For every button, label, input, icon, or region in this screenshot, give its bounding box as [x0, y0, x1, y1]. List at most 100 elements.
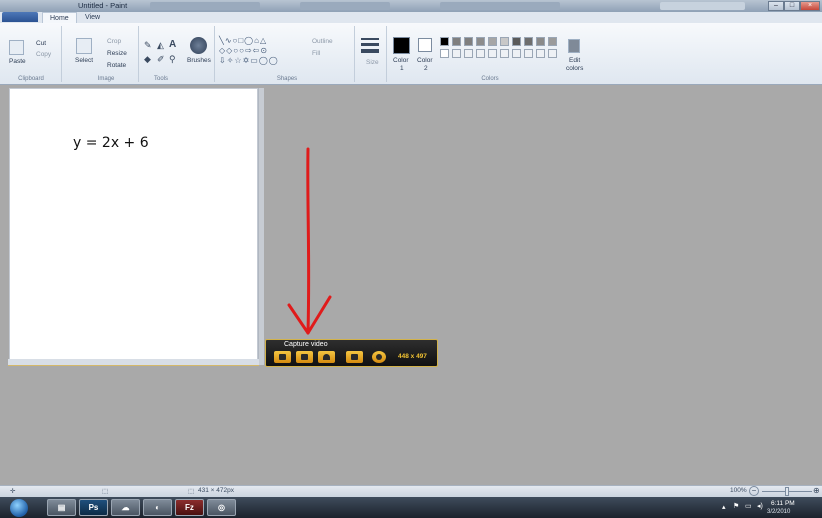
palette-swatch[interactable] — [488, 49, 497, 58]
palette-swatch[interactable] — [524, 37, 533, 46]
pencil-icon[interactable]: ✎ — [144, 40, 152, 51]
clipboard-group-label: Clipboard — [18, 76, 44, 82]
palette-swatch[interactable] — [512, 37, 521, 46]
palette-swatch[interactable] — [464, 37, 473, 46]
palette-swatch[interactable] — [452, 49, 461, 58]
palette-swatch[interactable] — [476, 49, 485, 58]
taskbar-explorer-button[interactable]: ▤ — [47, 499, 76, 516]
headphones-icon — [323, 354, 330, 360]
copy-button[interactable]: Copy — [36, 51, 51, 58]
color2-swatch[interactable] — [418, 38, 432, 52]
palette-swatch[interactable] — [440, 49, 449, 58]
tools-group-label: Tools — [153, 76, 168, 82]
undo-arrow-icon — [351, 354, 358, 360]
select-icon[interactable] — [76, 38, 92, 54]
drawing-canvas[interactable] — [9, 88, 258, 360]
brushes-button[interactable]: Brushes — [187, 57, 211, 64]
window-title: Untitled - Paint — [78, 1, 128, 10]
color-picker-icon[interactable]: ✐ — [157, 54, 165, 65]
palette-swatch[interactable] — [548, 49, 557, 58]
tab-view[interactable]: View — [78, 12, 107, 23]
palette-swatch[interactable] — [536, 37, 545, 46]
taskbar-paint-button[interactable]: ◎ — [207, 499, 236, 516]
resize-button[interactable]: Resize — [107, 50, 127, 57]
capture-audio-button[interactable] — [318, 351, 335, 363]
close-button[interactable]: × — [800, 1, 820, 11]
colors-group-label: Colors — [481, 76, 499, 82]
color1-swatch[interactable] — [393, 37, 410, 54]
folder-icon: ▤ — [57, 503, 66, 512]
maximize-button[interactable]: □ — [784, 1, 800, 11]
color2-number: 2 — [424, 65, 428, 72]
shapes-gallery[interactable]: ╲∿○□◯⌂△ ◇◇○○⇨⇦⊙ ⇩✧☆✡▭◯◯ — [219, 36, 307, 66]
capture-video-title: Capture video — [284, 341, 328, 348]
ribbon-separator — [214, 26, 215, 82]
image-size-icon: ⬚ — [188, 488, 195, 495]
palette-swatch[interactable] — [548, 37, 557, 46]
palette-swatch[interactable] — [452, 37, 461, 46]
edit-colors-button[interactable]: Edit — [569, 57, 580, 64]
canvas-bottom-resize-edge[interactable] — [8, 359, 259, 366]
capture-undo-button[interactable] — [346, 351, 363, 363]
zoom-in-button[interactable]: ⊕ — [813, 486, 822, 496]
eraser-icon[interactable]: ◆ — [144, 54, 151, 65]
zoom-slider-thumb[interactable] — [785, 487, 789, 496]
ribbon-separator — [138, 26, 139, 82]
paste-button[interactable]: Paste — [9, 58, 26, 65]
palette-swatch[interactable] — [524, 49, 533, 58]
palette-swatch[interactable] — [536, 49, 545, 58]
palette-swatch[interactable] — [512, 49, 521, 58]
canvas-right-resize-edge[interactable] — [258, 88, 264, 365]
tray-network-icon[interactable]: ▭ — [745, 502, 752, 510]
ribbon-separator — [61, 26, 62, 82]
palette-swatch[interactable] — [488, 37, 497, 46]
taskbar-app-button[interactable]: ◐ — [143, 499, 172, 516]
rotate-button[interactable]: Rotate — [107, 62, 126, 69]
ribbon-tab-strip — [0, 12, 822, 23]
palette-swatch[interactable] — [500, 37, 509, 46]
brushes-icon[interactable] — [190, 37, 207, 54]
start-button[interactable] — [10, 499, 28, 517]
text-tool-icon[interactable]: A — [169, 39, 176, 50]
paste-icon[interactable] — [9, 40, 24, 55]
status-bar — [0, 485, 822, 497]
fill-icon[interactable]: ◭ — [157, 40, 164, 51]
clock-time[interactable]: 6:11 PM — [771, 500, 795, 507]
taskbar-messenger-button[interactable]: ☁ — [111, 499, 140, 516]
tray-flag-icon[interactable]: ⚑ — [733, 502, 739, 510]
palette-swatch[interactable] — [464, 49, 473, 58]
close-icon — [376, 354, 382, 360]
cut-button[interactable]: Cut — [36, 40, 46, 47]
paint-application-menu-button[interactable] — [2, 12, 38, 22]
magnifier-icon[interactable]: ⚲ — [169, 54, 176, 65]
color-palette[interactable] — [440, 37, 564, 71]
shapes-group-label: Shapes — [276, 76, 298, 82]
color2-button[interactable]: Color — [417, 57, 433, 64]
paint-icon: ◎ — [218, 503, 225, 512]
select-button[interactable]: Select — [75, 57, 93, 64]
edit-colors-icon[interactable] — [568, 39, 580, 53]
tray-show-hidden-icon[interactable]: ▴ — [722, 503, 726, 511]
tray-volume-icon[interactable]: ◂) — [757, 502, 763, 510]
palette-swatch[interactable] — [440, 37, 449, 46]
zoom-out-button[interactable]: − — [749, 486, 759, 496]
crop-button[interactable]: Crop — [107, 38, 121, 45]
clock-date[interactable]: 3/2/2010 — [767, 509, 790, 515]
capture-stop-button[interactable] — [274, 351, 291, 363]
minimize-button[interactable]: – — [768, 1, 784, 11]
outline-button[interactable]: Outline — [312, 38, 333, 45]
fill-button[interactable]: Fill — [312, 50, 320, 57]
taskbar-filezilla-button[interactable]: Fz — [175, 499, 204, 516]
capture-close-button[interactable] — [372, 351, 386, 363]
capture-record-button[interactable] — [296, 351, 313, 363]
red-arrow-annotation — [287, 147, 332, 335]
background-window-tab — [150, 2, 260, 10]
size-icon[interactable] — [361, 38, 379, 40]
background-window-tab — [440, 2, 560, 10]
tab-home[interactable]: Home — [42, 12, 77, 23]
palette-swatch[interactable] — [500, 49, 509, 58]
palette-swatch[interactable] — [476, 37, 485, 46]
taskbar-photoshop-button[interactable]: Ps — [79, 499, 108, 516]
size-button[interactable]: Size — [366, 59, 379, 66]
color1-button[interactable]: Color — [393, 57, 409, 64]
